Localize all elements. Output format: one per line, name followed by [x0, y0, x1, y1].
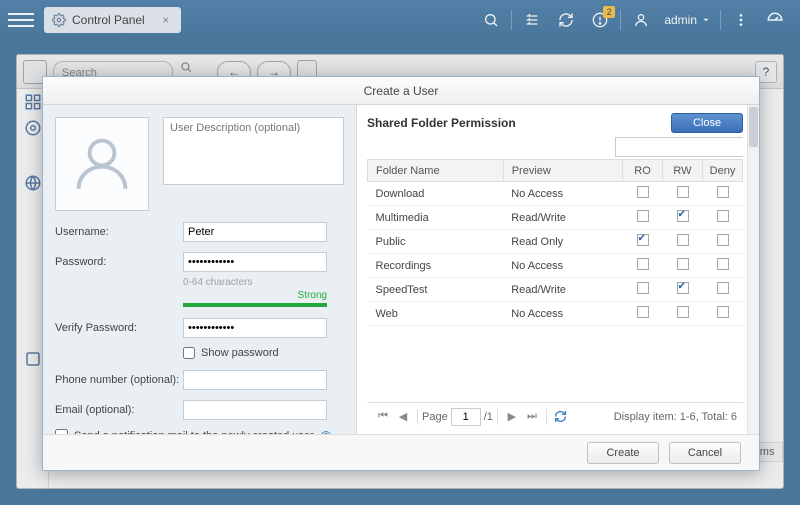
- table-row: DownloadNo Access: [368, 182, 743, 206]
- scrollbar[interactable]: [747, 105, 759, 434]
- rw-checkbox[interactable]: [677, 186, 689, 198]
- deny-checkbox[interactable]: [717, 186, 729, 198]
- password-strength-bar: [183, 303, 327, 307]
- username-input[interactable]: [183, 222, 327, 242]
- deny-checkbox[interactable]: [717, 282, 729, 294]
- deny-checkbox[interactable]: [717, 210, 729, 222]
- dialog-title: Create a User: [43, 77, 759, 105]
- col-preview[interactable]: Preview: [503, 160, 622, 182]
- pager-last-icon[interactable]: ⏭: [523, 408, 541, 426]
- folder-name-cell: SpeedTest: [368, 278, 504, 302]
- table-row: SpeedTestRead/Write: [368, 278, 743, 302]
- folder-name-cell: Public: [368, 230, 504, 254]
- preview-cell: Read/Write: [503, 278, 622, 302]
- permissions-table: Folder Name Preview RO RW Deny DownloadN…: [367, 159, 743, 326]
- phone-input[interactable]: [183, 370, 327, 390]
- person-icon: [69, 131, 135, 197]
- pager-page-input[interactable]: [451, 408, 481, 426]
- create-user-dialog: Create a User Username: Password: 0-64 c…: [42, 76, 760, 471]
- table-row: MultimediaRead/Write: [368, 206, 743, 230]
- email-input[interactable]: [183, 400, 327, 420]
- show-password-checkbox[interactable]: [183, 347, 195, 359]
- pager-first-icon[interactable]: ⏮: [374, 408, 392, 426]
- col-folder-name[interactable]: Folder Name: [368, 160, 504, 182]
- cancel-button[interactable]: Cancel: [669, 442, 741, 464]
- pager-total: /1: [484, 411, 493, 423]
- rw-checkbox[interactable]: [677, 282, 689, 294]
- pager-next-icon[interactable]: ▶: [503, 408, 521, 426]
- create-button[interactable]: Create: [587, 442, 659, 464]
- ro-checkbox[interactable]: [637, 234, 649, 246]
- rw-checkbox[interactable]: [677, 234, 689, 246]
- table-row: WebNo Access: [368, 302, 743, 326]
- verify-password-label: Verify Password:: [55, 322, 183, 334]
- deny-checkbox[interactable]: [717, 234, 729, 246]
- preview-cell: No Access: [503, 302, 622, 326]
- ro-checkbox[interactable]: [637, 258, 649, 270]
- ro-checkbox[interactable]: [637, 282, 649, 294]
- deny-checkbox[interactable]: [717, 306, 729, 318]
- rw-checkbox[interactable]: [677, 210, 689, 222]
- email-label: Email (optional):: [55, 404, 183, 416]
- deny-checkbox[interactable]: [717, 258, 729, 270]
- pager-page-label: Page: [422, 411, 448, 423]
- avatar-placeholder[interactable]: [55, 117, 149, 211]
- col-rw[interactable]: RW: [663, 160, 703, 182]
- description-input[interactable]: [163, 117, 344, 185]
- password-input[interactable]: [183, 252, 327, 272]
- verify-password-input[interactable]: [183, 318, 327, 338]
- permissions-filter: [615, 137, 743, 157]
- folder-name-cell: Web: [368, 302, 504, 326]
- permissions-pager: ⏮ ◀ Page /1 ▶ ⏭ Display item: 1-6, Total…: [367, 402, 743, 430]
- phone-label: Phone number (optional):: [55, 374, 183, 386]
- col-ro[interactable]: RO: [623, 160, 663, 182]
- password-strength-label: Strong: [183, 290, 327, 301]
- table-row: PublicRead Only: [368, 230, 743, 254]
- table-row: RecordingsNo Access: [368, 254, 743, 278]
- dialog-footer: Create Cancel: [43, 434, 759, 470]
- close-button[interactable]: Close: [671, 113, 743, 133]
- password-label: Password:: [55, 256, 183, 268]
- col-deny[interactable]: Deny: [703, 160, 743, 182]
- permissions-heading: Shared Folder Permission: [367, 116, 516, 130]
- permissions-panel: Shared Folder Permission Close Folder Na…: [357, 105, 747, 434]
- rw-checkbox[interactable]: [677, 306, 689, 318]
- username-label: Username:: [55, 226, 183, 238]
- rw-checkbox[interactable]: [677, 258, 689, 270]
- password-hint: 0-64 characters: [183, 277, 344, 288]
- preview-cell: No Access: [503, 254, 622, 278]
- pager-prev-icon[interactable]: ◀: [394, 408, 412, 426]
- ro-checkbox[interactable]: [637, 210, 649, 222]
- ro-checkbox[interactable]: [637, 306, 649, 318]
- preview-cell: Read Only: [503, 230, 622, 254]
- show-password-label: Show password: [201, 347, 279, 359]
- permissions-panel-wrap: Shared Folder Permission Close Folder Na…: [357, 105, 759, 434]
- pager-refresh-icon[interactable]: [552, 408, 570, 426]
- folder-name-cell: Recordings: [368, 254, 504, 278]
- ro-checkbox[interactable]: [637, 186, 649, 198]
- permissions-filter-input[interactable]: [616, 138, 759, 156]
- folder-name-cell: Multimedia: [368, 206, 504, 230]
- pager-summary: Display item: 1-6, Total: 6: [614, 411, 737, 423]
- user-form-panel: Username: Password: 0-64 characters Stro…: [43, 105, 357, 434]
- folder-name-cell: Download: [368, 182, 504, 206]
- preview-cell: Read/Write: [503, 206, 622, 230]
- preview-cell: No Access: [503, 182, 622, 206]
